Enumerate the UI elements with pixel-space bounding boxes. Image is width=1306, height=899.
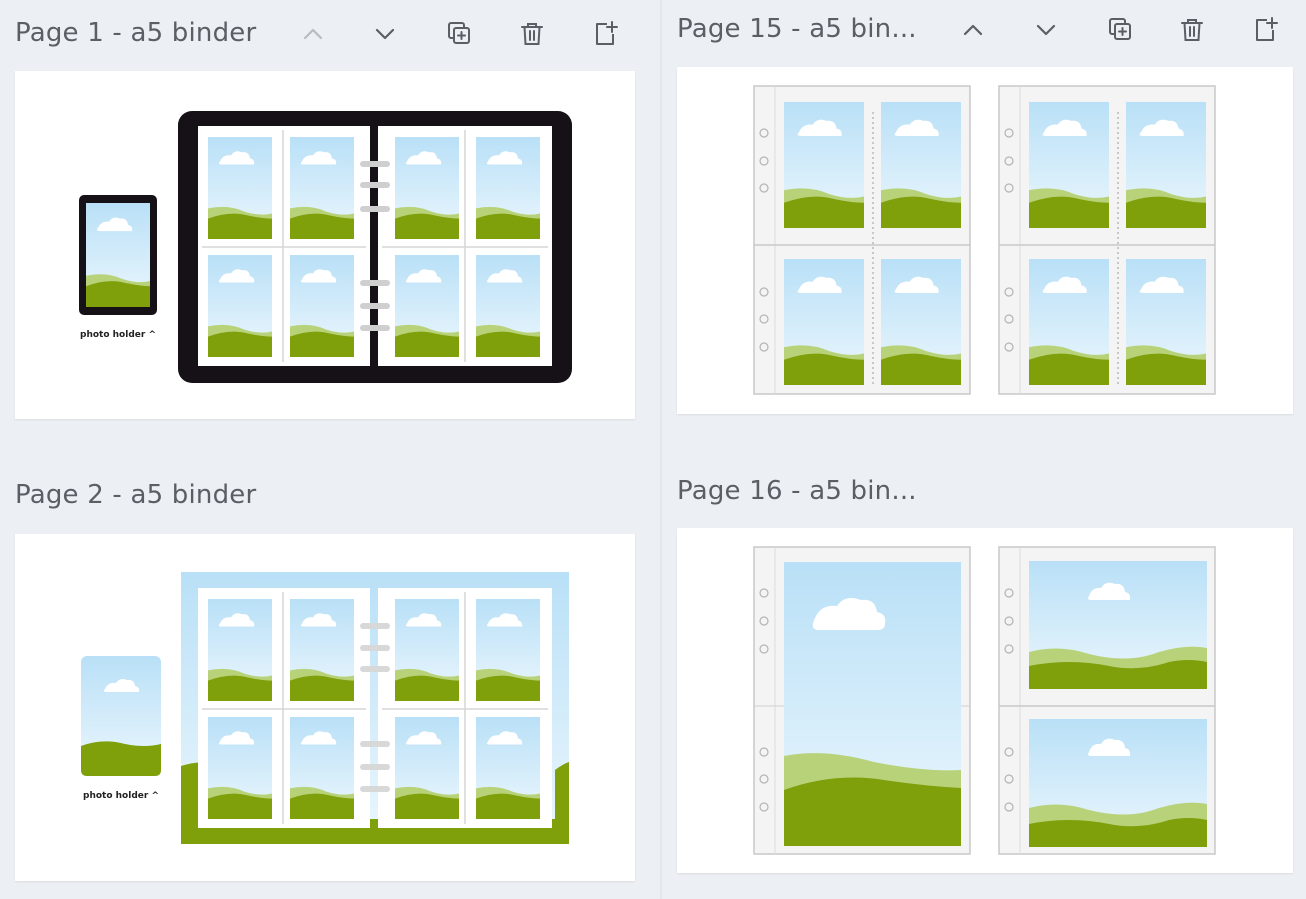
photo-holder-preview: photo holder ^ xyxy=(81,656,161,801)
photo-sleeve xyxy=(998,85,1216,395)
page-header: Page 2 - a5 binder xyxy=(15,476,635,516)
page-header: Page 16 - a5 bin... xyxy=(677,472,1293,512)
page-header: Page 1 - a5 binder xyxy=(15,14,635,54)
page-canvas[interactable]: photo holder ^ xyxy=(15,71,635,419)
add-page-button[interactable] xyxy=(583,14,627,54)
chevron-down-icon xyxy=(375,28,395,40)
delete-page-button[interactable] xyxy=(510,14,554,54)
photo-sleeve xyxy=(753,85,971,395)
binder-illustration xyxy=(181,572,569,844)
page-panel-15: Page 15 - a5 bin... xyxy=(677,10,1293,420)
page-title[interactable]: Page 15 - a5 bin... xyxy=(677,14,917,44)
duplicate-page-button[interactable] xyxy=(437,14,481,54)
add-page-icon xyxy=(596,21,618,45)
page-panel-16: Page 16 - a5 bin... xyxy=(677,472,1293,882)
photo-sleeve xyxy=(998,546,1216,855)
page-title[interactable]: Page 1 - a5 binder xyxy=(15,18,256,48)
sleeve-design xyxy=(753,85,1216,395)
chevron-up-icon xyxy=(963,24,983,36)
add-page-icon xyxy=(1256,17,1278,41)
trash-icon xyxy=(521,23,543,45)
photo-holder-preview: photo holder ^ xyxy=(79,195,157,340)
page-panel-1: Page 1 - a5 binder photo holder ^ xyxy=(15,14,635,424)
duplicate-icon xyxy=(448,22,470,44)
binder-design: photo holder ^ xyxy=(79,111,572,383)
chevron-down-icon xyxy=(1036,24,1056,36)
page-header: Page 15 - a5 bin... xyxy=(677,10,1293,50)
move-up-button[interactable] xyxy=(951,10,995,50)
photo-holder-caption: photo holder ^ xyxy=(83,791,159,801)
delete-page-button[interactable] xyxy=(1170,10,1214,50)
move-down-button[interactable] xyxy=(1024,10,1068,50)
binder-design: photo holder ^ xyxy=(81,572,569,844)
sleeve-design xyxy=(753,546,1216,855)
move-up-button[interactable] xyxy=(291,14,335,54)
binder-illustration xyxy=(178,111,572,383)
photo-sleeve xyxy=(753,546,971,855)
page-title[interactable]: Page 16 - a5 bin... xyxy=(677,476,917,506)
move-down-button[interactable] xyxy=(363,14,407,54)
photo-holder-caption: photo holder ^ xyxy=(80,330,156,340)
duplicate-icon xyxy=(1109,18,1131,40)
page-title[interactable]: Page 2 - a5 binder xyxy=(15,480,256,510)
add-page-button[interactable] xyxy=(1243,10,1287,50)
page-canvas[interactable] xyxy=(677,528,1293,873)
duplicate-page-button[interactable] xyxy=(1098,10,1142,50)
trash-icon xyxy=(1181,19,1203,41)
column-divider xyxy=(660,0,662,899)
page-canvas[interactable] xyxy=(677,67,1293,414)
page-canvas[interactable]: photo holder ^ xyxy=(15,534,635,881)
page-panel-2: Page 2 - a5 binder photo holder ^ xyxy=(15,476,635,886)
chevron-up-icon xyxy=(303,28,323,40)
